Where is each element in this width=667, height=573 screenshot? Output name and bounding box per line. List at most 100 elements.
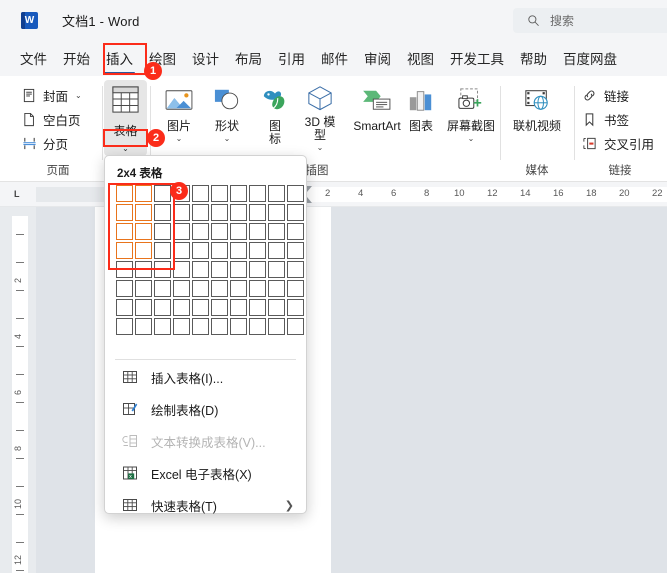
grid-cell[interactable] xyxy=(192,261,209,278)
grid-cell[interactable] xyxy=(287,242,304,259)
grid-cell[interactable] xyxy=(211,261,228,278)
icons-button[interactable]: 图标 xyxy=(252,80,298,152)
tab-help[interactable]: 帮助 xyxy=(512,43,555,73)
grid-cell[interactable] xyxy=(287,261,304,278)
tab-developer[interactable]: 开发工具 xyxy=(442,43,512,73)
grid-cell[interactable] xyxy=(249,242,266,259)
table-size-grid[interactable] xyxy=(115,184,305,336)
menu-item-insert-table[interactable]: 插入表格(I)... xyxy=(105,362,308,392)
grid-cell[interactable] xyxy=(116,223,133,240)
grid-cell[interactable] xyxy=(116,318,133,335)
tab-mailings[interactable]: 邮件 xyxy=(313,43,356,73)
tab-insert[interactable]: 插入 xyxy=(98,43,141,74)
grid-cell[interactable] xyxy=(192,242,209,259)
grid-cell[interactable] xyxy=(135,185,152,202)
grid-cell[interactable] xyxy=(116,280,133,297)
grid-cell[interactable] xyxy=(211,318,228,335)
grid-cell[interactable] xyxy=(268,261,285,278)
grid-cell[interactable] xyxy=(135,280,152,297)
grid-cell[interactable] xyxy=(230,299,247,316)
grid-cell[interactable] xyxy=(116,261,133,278)
grid-cell[interactable] xyxy=(230,185,247,202)
grid-cell[interactable] xyxy=(135,261,152,278)
tab-design[interactable]: 设计 xyxy=(184,43,227,73)
blank-page-button[interactable]: 空白页 xyxy=(18,108,85,130)
grid-cell[interactable] xyxy=(154,318,171,335)
grid-cell[interactable] xyxy=(135,204,152,221)
grid-cell[interactable] xyxy=(192,318,209,335)
grid-cell[interactable] xyxy=(287,185,304,202)
menu-item-excel-spreadsheet[interactable]: x Excel 电子表格(X) xyxy=(105,458,308,488)
tab-layout[interactable]: 布局 xyxy=(227,43,270,73)
tab-home[interactable]: 开始 xyxy=(55,43,98,73)
grid-cell[interactable] xyxy=(154,261,171,278)
grid-cell[interactable] xyxy=(154,223,171,240)
grid-cell[interactable] xyxy=(249,280,266,297)
grid-cell[interactable] xyxy=(249,185,266,202)
grid-cell[interactable] xyxy=(211,204,228,221)
grid-cell[interactable] xyxy=(135,318,152,335)
shapes-button[interactable]: 形状 ⌄ xyxy=(204,80,250,152)
grid-cell[interactable] xyxy=(230,204,247,221)
grid-cell[interactable] xyxy=(173,242,190,259)
grid-cell[interactable] xyxy=(249,204,266,221)
grid-cell[interactable] xyxy=(135,242,152,259)
grid-cell[interactable] xyxy=(154,185,171,202)
grid-cell[interactable] xyxy=(116,204,133,221)
grid-cell[interactable] xyxy=(173,261,190,278)
horizontal-ruler[interactable]: L 2 4 6 8 10 12 14 16 18 20 22 xyxy=(0,182,667,207)
grid-cell[interactable] xyxy=(116,299,133,316)
grid-cell[interactable] xyxy=(154,280,171,297)
grid-cell[interactable] xyxy=(287,280,304,297)
grid-cell[interactable] xyxy=(192,223,209,240)
grid-cell[interactable] xyxy=(154,299,171,316)
grid-cell[interactable] xyxy=(249,261,266,278)
grid-cell[interactable] xyxy=(249,299,266,316)
grid-cell[interactable] xyxy=(268,204,285,221)
grid-cell[interactable] xyxy=(230,242,247,259)
grid-cell[interactable] xyxy=(192,299,209,316)
tab-review[interactable]: 审阅 xyxy=(356,43,399,73)
grid-cell[interactable] xyxy=(230,280,247,297)
grid-cell[interactable] xyxy=(211,299,228,316)
tab-file[interactable]: 文件 xyxy=(12,43,55,73)
grid-cell[interactable] xyxy=(268,299,285,316)
tab-references[interactable]: 引用 xyxy=(270,43,313,73)
grid-cell[interactable] xyxy=(249,318,266,335)
search-box[interactable]: 搜索 xyxy=(513,8,667,33)
grid-cell[interactable] xyxy=(268,223,285,240)
online-video-button[interactable]: 联机视频 xyxy=(508,80,566,152)
vertical-ruler[interactable]: 2 4 6 8 10 12 xyxy=(0,207,36,573)
grid-cell[interactable] xyxy=(230,261,247,278)
grid-cell[interactable] xyxy=(249,223,266,240)
grid-cell[interactable] xyxy=(154,204,171,221)
screenshot-button[interactable]: 屏幕截图 ⌄ xyxy=(440,80,502,152)
3d-model-button[interactable]: 3D 模型 ⌄ xyxy=(294,80,346,152)
grid-cell[interactable] xyxy=(192,204,209,221)
grid-cell[interactable] xyxy=(287,299,304,316)
menu-item-quick-tables[interactable]: 快速表格(T) ❯ xyxy=(105,490,308,520)
menu-item-draw-table[interactable]: 绘制表格(D) xyxy=(105,394,308,424)
chart-button[interactable]: 图表 xyxy=(398,80,444,152)
table-split-button[interactable]: 表格 ⌄ xyxy=(104,80,147,156)
tab-stop-marker[interactable]: L xyxy=(14,189,20,199)
table-dropdown-chevron-icon[interactable]: ⌄ xyxy=(104,140,147,156)
grid-cell[interactable] xyxy=(287,223,304,240)
grid-cell[interactable] xyxy=(192,280,209,297)
grid-cell[interactable] xyxy=(268,242,285,259)
grid-cell[interactable] xyxy=(230,318,247,335)
grid-cell[interactable] xyxy=(135,299,152,316)
grid-cell[interactable] xyxy=(211,185,228,202)
grid-cell[interactable] xyxy=(211,223,228,240)
grid-cell[interactable] xyxy=(211,242,228,259)
grid-cell[interactable] xyxy=(287,204,304,221)
grid-cell[interactable] xyxy=(173,318,190,335)
bookmark-button[interactable]: 书签 xyxy=(582,108,629,131)
grid-cell[interactable] xyxy=(116,242,133,259)
grid-cell[interactable] xyxy=(268,280,285,297)
grid-cell[interactable] xyxy=(116,185,133,202)
grid-cell[interactable] xyxy=(211,280,228,297)
grid-cell[interactable] xyxy=(192,185,209,202)
grid-cell[interactable] xyxy=(230,223,247,240)
grid-cell[interactable] xyxy=(287,318,304,335)
